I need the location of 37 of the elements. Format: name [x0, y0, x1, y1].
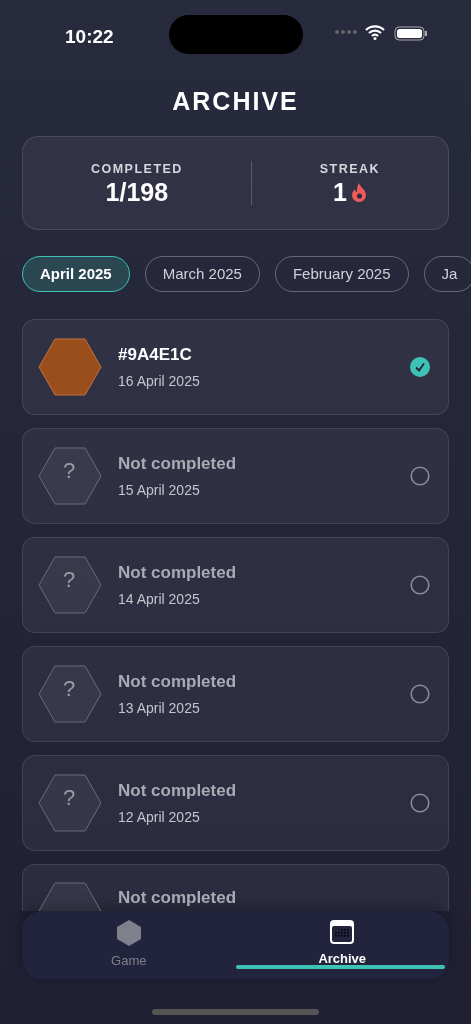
tab-item[interactable]: Archive	[235, 911, 449, 979]
puzzle-card[interactable]: ? Not completed 14 April 2025	[22, 537, 449, 633]
puzzle-card[interactable]: ? Not completed 12 April 2025	[22, 755, 449, 851]
puzzle-title: #9A4E1C	[118, 344, 193, 367]
puzzle-title: Not completed	[118, 780, 238, 803]
empty-hexagon	[38, 446, 102, 506]
stat-value: 1	[332, 178, 347, 207]
stat-value: 1/198	[105, 178, 169, 207]
battery-icon	[394, 26, 428, 41]
month-chip[interactable]: April 2025	[22, 256, 130, 292]
question-mark: ?	[63, 460, 76, 482]
calendar-icon	[329, 919, 356, 945]
puzzle-date: 15 April 2025	[118, 480, 201, 500]
hexagon-icon	[115, 919, 142, 947]
puzzle-card[interactable]: ? Not completed 13 April 2025	[22, 646, 449, 742]
puzzle-title: Not completed	[118, 887, 238, 909]
question-mark: ?	[63, 787, 76, 809]
tab-item[interactable]: Game	[22, 911, 236, 979]
status-time: 10:22	[65, 25, 114, 49]
empty-hexagon	[38, 555, 102, 615]
puzzle-card[interactable]: ? Not completed 15 April 2025	[22, 428, 449, 524]
puzzle-date: 14 April 2025	[118, 589, 201, 609]
puzzle-date: 13 April 2025	[118, 698, 201, 718]
puzzle-title: Not completed	[118, 562, 238, 585]
wifi-icon	[365, 25, 385, 40]
puzzle-title: Not completed	[118, 453, 238, 476]
question-mark: ?	[63, 678, 76, 700]
stat-label: STREAK	[319, 160, 381, 178]
empty-hexagon	[38, 773, 102, 833]
puzzle-card[interactable]: #9A4E1C 16 April 2025	[22, 319, 449, 415]
stat-label: COMPLETED	[90, 160, 183, 178]
puzzle-title: Not completed	[118, 671, 238, 694]
page-title: ARCHIVE	[171, 86, 300, 116]
empty-hexagon	[38, 664, 102, 724]
puzzle-date: 16 April 2025	[118, 371, 201, 391]
question-mark: ?	[63, 569, 76, 591]
puzzle-date: 12 April 2025	[118, 807, 201, 827]
